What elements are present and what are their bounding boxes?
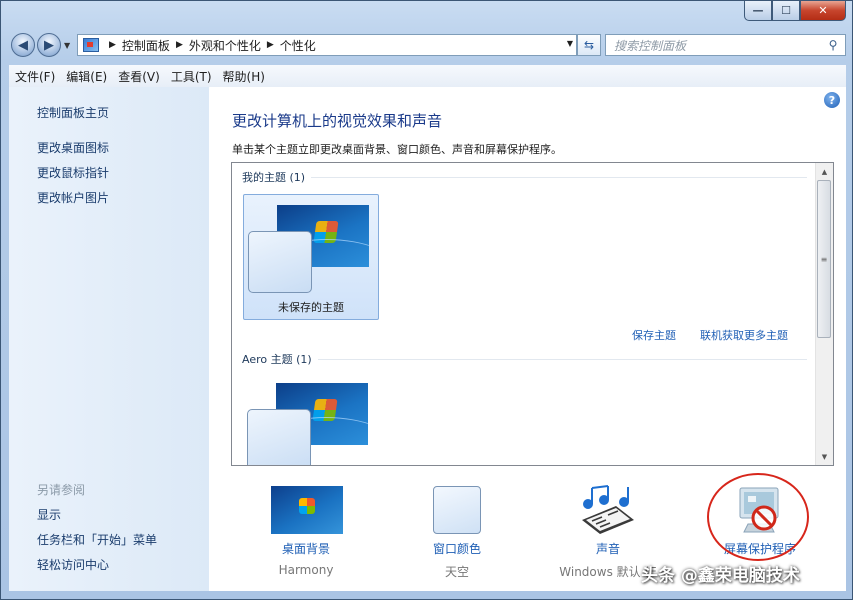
forward-button[interactable]: ▶ <box>37 33 61 57</box>
page-description: 单击某个主题立即更改桌面背景、窗口颜色、声音和屏幕保护程序。 <box>232 143 562 156</box>
breadcrumb-appearance[interactable]: 外观和个性化 <box>189 37 261 54</box>
breadcrumb-personalization[interactable]: 个性化 <box>280 37 316 54</box>
menu-edit[interactable]: 编辑(E) <box>60 68 112 85</box>
search-box[interactable]: 搜索控制面板 ⚲ <box>605 34 846 56</box>
control-panel-icon <box>83 38 99 52</box>
search-icon[interactable]: ⚲ <box>825 38 841 52</box>
address-dropdown[interactable]: ▼ <box>567 39 573 48</box>
breadcrumb-separator[interactable]: ▶ <box>267 40 274 50</box>
theme-unsaved[interactable]: 未保存的主题 <box>243 194 379 320</box>
vertical-scrollbar[interactable]: ▲ ≡ ▼ <box>815 163 833 465</box>
address-bar[interactable]: ▶ 控制面板 ▶ 外观和个性化 ▶ 个性化 ▼ <box>77 34 577 56</box>
navigation-bar: ◀ ▶ ▼ ▶ 控制面板 ▶ 外观和个性化 ▶ 个性化 ▼ ⇆ 搜索控制面板 ⚲ <box>9 31 846 61</box>
highlight-circle <box>707 473 809 561</box>
see-also-ease-of-access[interactable]: 轻松访问中心 <box>37 556 109 573</box>
maximize-button[interactable]: ☐ <box>772 1 800 21</box>
aero-themes-heading: Aero 主题 (1) <box>242 351 807 367</box>
scrollbar-thumb[interactable]: ≡ <box>817 180 831 338</box>
main-content: ? 更改计算机上的视觉效果和声音 单击某个主题立即更改桌面背景、窗口颜色、声音和… <box>209 87 846 591</box>
recent-pages-dropdown[interactable]: ▼ <box>64 41 70 50</box>
breadcrumb-separator[interactable]: ▶ <box>176 40 183 50</box>
menu-view[interactable]: 查看(V) <box>112 68 165 85</box>
scroll-up-arrow-icon[interactable]: ▲ <box>816 163 833 180</box>
my-themes-heading-label: 我的主题 (1) <box>242 171 306 184</box>
sidebar-link-mouse-pointers[interactable]: 更改鼠标指针 <box>37 164 109 181</box>
menu-tools[interactable]: 工具(T) <box>165 68 217 85</box>
forward-arrow-icon: ▶ <box>44 37 54 53</box>
window-color-label[interactable]: 窗口颜色 <box>397 540 517 557</box>
back-button[interactable]: ◀ <box>11 33 35 57</box>
theme-name: 未保存的主题 <box>278 301 344 314</box>
see-also-heading: 另请参阅 <box>37 483 86 497</box>
see-also-taskbar[interactable]: 任务栏和「开始」菜单 <box>37 531 157 548</box>
sidebar-link-desktop-icons[interactable]: 更改桌面图标 <box>37 139 109 156</box>
menu-bar: 文件(F) 编辑(E) 查看(V) 工具(T) 帮助(H) <box>9 65 846 88</box>
refresh-button[interactable]: ⇆ <box>577 34 601 56</box>
desktop-background-icon <box>271 486 343 534</box>
window-color-icon <box>433 486 481 534</box>
desktop-background-label[interactable]: 桌面背景 <box>246 540 366 557</box>
window-color-value: 天空 <box>444 565 469 579</box>
page-title: 更改计算机上的视觉效果和声音 <box>232 112 443 130</box>
save-theme-link[interactable]: 保存主题 <box>632 327 676 343</box>
see-also-display[interactable]: 显示 <box>37 506 61 523</box>
menu-help[interactable]: 帮助(H) <box>217 68 270 85</box>
sidebar: 控制面板主页 更改桌面图标 更改鼠标指针 更改帐户图片 另请参阅 显示 任务栏和… <box>9 87 209 591</box>
refresh-icon: ⇆ <box>583 38 595 52</box>
window: — ☐ ✕ ◀ ▶ ▼ ▶ 控制面板 ▶ 外观和个性化 ▶ 个性化 ▼ ⇆ 搜索… <box>0 0 853 600</box>
divider <box>317 358 807 360</box>
theme-color-swatch <box>248 231 312 293</box>
sound-label[interactable]: 声音 <box>548 540 668 557</box>
back-arrow-icon: ◀ <box>18 37 28 53</box>
minimize-button[interactable]: — <box>744 1 772 21</box>
sidebar-link-account-picture[interactable]: 更改帐户图片 <box>37 189 109 206</box>
sound-icon <box>582 485 634 534</box>
watermark: 头条 @鑫荣电脑技术 <box>641 566 800 586</box>
search-input[interactable]: 搜索控制面板 <box>614 37 825 54</box>
theme-aero[interactable] <box>243 373 379 465</box>
scroll-down-arrow-icon[interactable]: ▼ <box>816 448 833 465</box>
breadcrumb-separator[interactable]: ▶ <box>109 40 116 50</box>
theme-color-swatch <box>247 409 311 465</box>
divider <box>311 176 807 178</box>
themes-list: 我的主题 (1) 未保存的主题 保存主题 联机获取更多主题 Aero 主题 (1… <box>231 162 834 466</box>
caption-buttons: — ☐ ✕ <box>744 1 846 21</box>
aero-themes-heading-label: Aero 主题 (1) <box>242 353 312 366</box>
sidebar-link-control-panel-home[interactable]: 控制面板主页 <box>37 104 109 121</box>
close-button[interactable]: ✕ <box>800 1 846 21</box>
breadcrumb-control-panel[interactable]: 控制面板 <box>122 37 170 54</box>
get-more-themes-link[interactable]: 联机获取更多主题 <box>700 327 788 343</box>
desktop-background-value: Harmony <box>278 563 334 577</box>
menu-file[interactable]: 文件(F) <box>9 68 60 85</box>
my-themes-heading: 我的主题 (1) <box>242 169 807 185</box>
help-icon[interactable]: ? <box>824 92 840 108</box>
